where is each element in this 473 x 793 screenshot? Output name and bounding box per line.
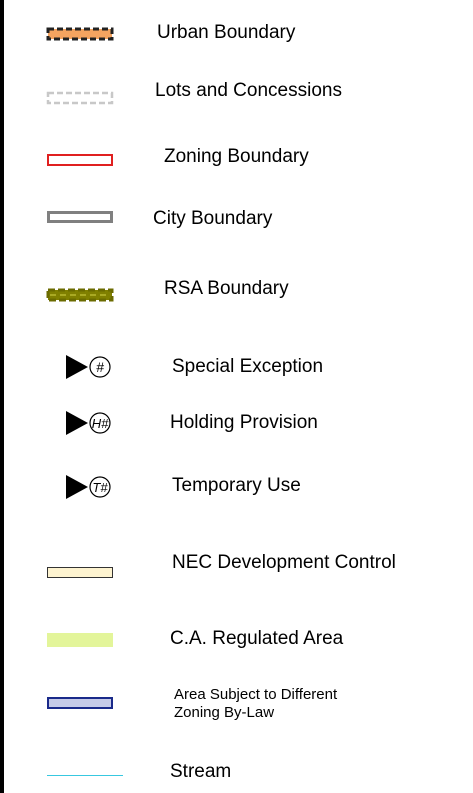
temporary-use-marker-text: T# — [92, 480, 108, 495]
lots-concessions-symbol — [46, 91, 114, 105]
triangle-pointer-icon — [66, 475, 88, 499]
city-boundary-symbol — [47, 211, 113, 223]
stream-label: Stream — [170, 761, 232, 782]
special-exception-marker: # — [66, 355, 111, 379]
rsa-boundary-label: RSA Boundary — [164, 278, 289, 299]
temporary-use-label: Temporary Use — [172, 475, 301, 496]
zoning-boundary-symbol — [47, 154, 113, 166]
legend-frame-border — [0, 0, 4, 793]
holding-provision-marker: H# — [66, 411, 111, 435]
triangle-pointer-icon — [66, 411, 88, 435]
zoning-boundary-label: Zoning Boundary — [164, 146, 309, 167]
urban-boundary-symbol — [46, 27, 114, 41]
area-subject-zoning-bylaw-label: Area Subject to Different Zoning By-Law — [174, 686, 338, 721]
map-legend: Urban Boundary Lots and Concessions Zoni… — [0, 0, 473, 793]
special-exception-marker-text: # — [96, 359, 104, 375]
triangle-pointer-icon — [66, 355, 88, 379]
urban-boundary-label: Urban Boundary — [157, 22, 296, 43]
city-boundary-label: City Boundary — [153, 208, 273, 229]
lots-concessions-label: Lots and Concessions — [155, 80, 342, 101]
stream-symbol — [47, 775, 123, 776]
ca-regulated-area-symbol — [47, 633, 113, 647]
area-subject-zoning-bylaw-symbol — [47, 697, 113, 709]
nec-development-control-symbol — [47, 567, 113, 578]
special-exception-label: Special Exception — [172, 356, 324, 377]
rsa-boundary-symbol — [46, 288, 114, 302]
holding-provision-marker-text: H# — [92, 416, 109, 431]
nec-development-control-label: NEC Development Control — [172, 552, 396, 573]
holding-provision-label: Holding Provision — [170, 412, 318, 433]
ca-regulated-area-label: C.A. Regulated Area — [170, 628, 344, 649]
temporary-use-marker: T# — [66, 475, 111, 499]
